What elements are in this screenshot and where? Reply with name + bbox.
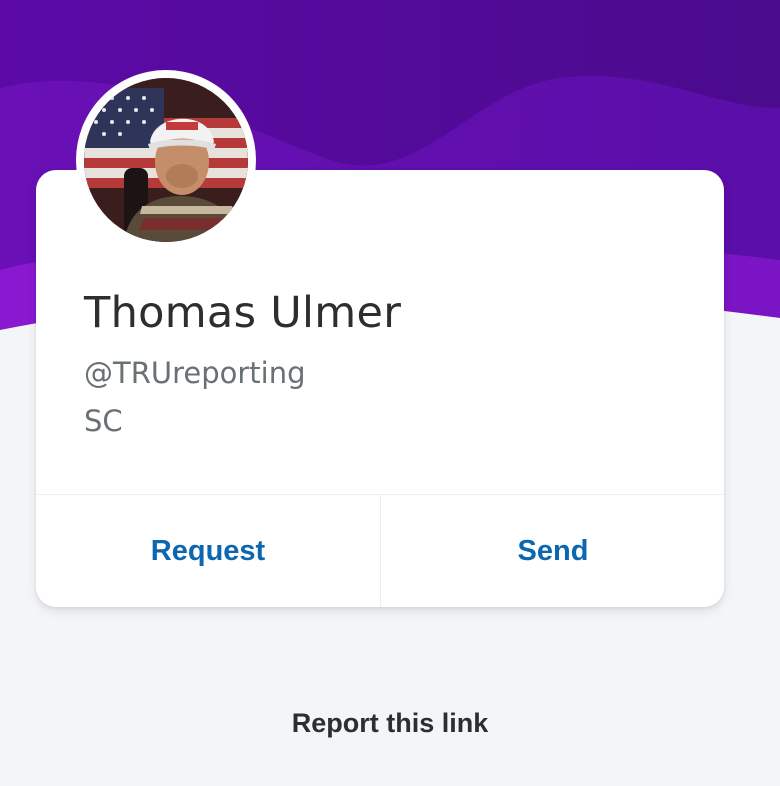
- report-link[interactable]: Report this link: [0, 708, 780, 739]
- profile-handle: @TRUreporting: [84, 356, 306, 390]
- profile-name: Thomas Ulmer: [84, 288, 402, 338]
- request-button[interactable]: Request: [36, 495, 380, 607]
- avatar: [76, 70, 256, 250]
- avatar-photo: [84, 78, 248, 242]
- send-button[interactable]: Send: [380, 495, 725, 607]
- profile-location: SC: [84, 404, 123, 438]
